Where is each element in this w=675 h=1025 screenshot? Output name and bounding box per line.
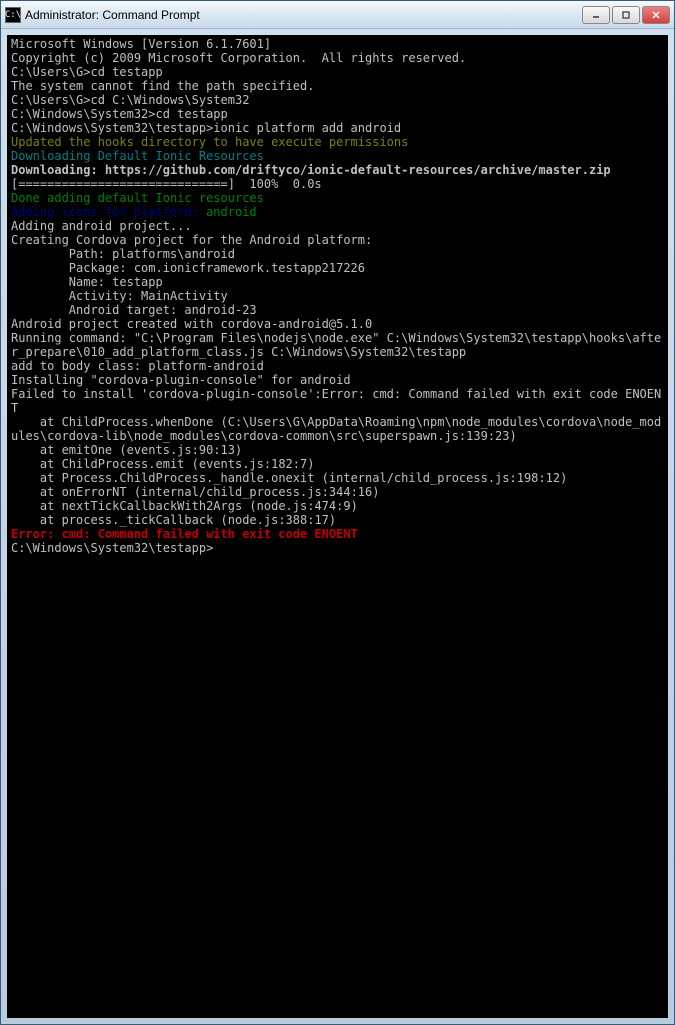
terminal-line: Updated the hooks directory to have exec… [11, 135, 664, 149]
terminal-line: at ChildProcess.emit (events.js:182:7) [11, 457, 664, 471]
terminal-line: [=============================] 100% 0.0… [11, 177, 664, 191]
terminal-line: C:\Windows\System32>cd testapp [11, 107, 664, 121]
terminal-frame: Microsoft Windows [Version 6.1.7601]Copy… [1, 29, 674, 1024]
window-title: Administrator: Command Prompt [25, 8, 582, 22]
cmd-window: C:\ Administrator: Command Prompt Micros… [0, 0, 675, 1025]
maximize-button[interactable] [612, 6, 640, 24]
titlebar[interactable]: C:\ Administrator: Command Prompt [1, 1, 674, 29]
terminal-line: Creating Cordova project for the Android… [11, 233, 664, 247]
terminal-line: at process._tickCallback (node.js:388:17… [11, 513, 664, 527]
terminal-line: Error: cmd: Command failed with exit cod… [11, 527, 664, 541]
terminal-line: Microsoft Windows [Version 6.1.7601] [11, 37, 664, 51]
terminal-line: Adding icons for platform: android [11, 205, 664, 219]
terminal-line: Adding android project... [11, 219, 664, 233]
terminal-line: C:\Users\G>cd C:\Windows\System32 [11, 93, 664, 107]
terminal-line: Android target: android-23 [11, 303, 664, 317]
terminal-line: at Process.ChildProcess._handle.onexit (… [11, 471, 664, 485]
terminal-line: Activity: MainActivity [11, 289, 664, 303]
terminal-line: Installing "cordova-plugin-console" for … [11, 373, 664, 387]
terminal-line: Name: testapp [11, 275, 664, 289]
close-button[interactable] [642, 6, 670, 24]
terminal-line: Package: com.ionicframework.testapp21722… [11, 261, 664, 275]
terminal-line: Downloading: https://github.com/driftyco… [11, 163, 664, 177]
terminal-line: Failed to install 'cordova-plugin-consol… [11, 387, 664, 415]
terminal-line: at nextTickCallbackWith2Args (node.js:47… [11, 499, 664, 513]
terminal-line: at onErrorNT (internal/child_process.js:… [11, 485, 664, 499]
terminal-line: C:\Users\G>cd testapp [11, 65, 664, 79]
terminal-line: C:\Windows\System32\testapp>ionic platfo… [11, 121, 664, 135]
terminal-line: add to body class: platform-android [11, 359, 664, 373]
terminal-line: Path: platforms\android [11, 247, 664, 261]
terminal-line: at emitOne (events.js:90:13) [11, 443, 664, 457]
terminal-line: C:\Windows\System32\testapp> [11, 541, 664, 555]
terminal-line: Copyright (c) 2009 Microsoft Corporation… [11, 51, 664, 65]
terminal-line: Downloading Default Ionic Resources [11, 149, 664, 163]
terminal-line: at ChildProcess.whenDone (C:\Users\G\App… [11, 415, 664, 443]
window-controls [582, 6, 670, 24]
terminal-line: Android project created with cordova-and… [11, 317, 664, 331]
terminal-output[interactable]: Microsoft Windows [Version 6.1.7601]Copy… [7, 35, 668, 1018]
terminal-line: Done adding default Ionic resources [11, 191, 664, 205]
minimize-button[interactable] [582, 6, 610, 24]
terminal-line: The system cannot find the path specifie… [11, 79, 664, 93]
app-icon: C:\ [5, 7, 21, 23]
terminal-line: Running command: "C:\Program Files\nodej… [11, 331, 664, 359]
